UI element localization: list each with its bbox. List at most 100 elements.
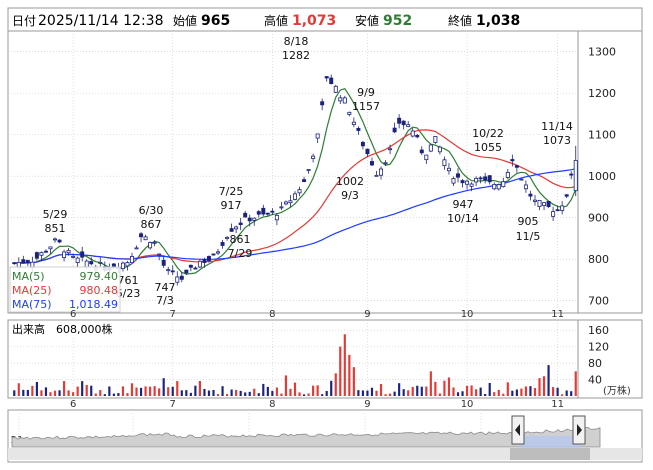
candle-body (437, 146, 442, 153)
candle-body (469, 183, 474, 187)
candle-body (66, 250, 71, 254)
candle-body (179, 275, 184, 280)
date-label: 日付 (12, 14, 36, 28)
legend-ma75-value: 1,018.49 (69, 298, 118, 311)
candle-body (256, 211, 261, 215)
volume-bar (49, 392, 52, 396)
volume-bar (416, 385, 419, 396)
volume-bar (117, 393, 120, 396)
candle-body (130, 255, 134, 264)
volume-bar (529, 386, 532, 396)
candle-body (483, 176, 488, 181)
volume-bar (162, 378, 165, 396)
volume-bar (244, 392, 247, 396)
volume-bar (438, 393, 441, 396)
volume-bar (533, 387, 537, 396)
volume-bar (67, 390, 70, 396)
candle-body (329, 77, 334, 85)
volume-label: 出来高 (12, 322, 45, 336)
volume-bar (53, 390, 57, 396)
candle-body (98, 261, 103, 264)
candle-body (342, 97, 347, 104)
volume-bar (58, 390, 61, 396)
candle-body (243, 212, 248, 218)
month-label: 10 (461, 399, 474, 410)
volume-bar (402, 389, 405, 396)
volume-bar (135, 387, 138, 396)
annotation-date: 6/30 (139, 204, 164, 217)
navigator-left-handle[interactable] (511, 415, 525, 445)
candle-body (274, 214, 279, 221)
candle-body (311, 155, 316, 159)
candle-body (315, 133, 320, 139)
navigator-scroll-thumb[interactable] (510, 448, 590, 460)
annotation-date: 11/14 (541, 120, 573, 133)
volume-bar (379, 384, 383, 396)
volume-bar (167, 387, 170, 396)
volume-bar (185, 390, 188, 396)
annotation-value: 761 (118, 274, 139, 287)
volume-bar (180, 390, 183, 396)
volume-bar (443, 380, 446, 396)
candle-body (501, 181, 506, 188)
volume-bar (552, 387, 555, 396)
volume-bar (13, 390, 16, 396)
volume-bar (171, 386, 174, 396)
volume-bar (561, 394, 564, 396)
candle-body (21, 259, 26, 264)
volume-bar (99, 390, 102, 396)
volume-bar (524, 386, 528, 396)
volume-bar (456, 392, 460, 396)
volume-bar (94, 393, 97, 396)
candle-body (197, 260, 202, 268)
candle-body (71, 255, 76, 258)
candle-body (505, 172, 510, 178)
volume-bar (302, 394, 306, 396)
volume-bar (497, 389, 500, 396)
month-label: 7 (170, 309, 176, 320)
candle-body (84, 260, 89, 268)
month-label: 9 (364, 399, 370, 410)
candle-body (360, 141, 365, 147)
volume-bar (216, 394, 220, 396)
volume-bar (257, 393, 260, 396)
candle-body (519, 178, 524, 181)
volume-bar (298, 392, 301, 396)
volume-bar (62, 381, 66, 396)
candle-body (369, 161, 374, 166)
annotation-value: 867 (141, 218, 162, 231)
candle-body (211, 253, 216, 256)
volume-bar (307, 393, 310, 396)
volume-bar (90, 385, 93, 396)
volume-bar (348, 354, 351, 396)
candle-body (247, 217, 252, 222)
volume-bar (239, 390, 242, 396)
volume-tick-label: 160 (588, 324, 609, 337)
navigator-selection[interactable] (519, 436, 581, 448)
volume-bar (253, 388, 256, 396)
volume-bar (325, 390, 328, 396)
volume-bar (420, 386, 423, 396)
month-label: 11 (551, 399, 564, 410)
volume-bar (230, 389, 233, 396)
volume-bar (574, 371, 577, 396)
annotation-date: 9/9 (357, 86, 375, 99)
candle-body (193, 267, 198, 270)
candle-body (120, 262, 125, 270)
navigator-right-handle[interactable] (572, 415, 586, 445)
candle-body (374, 174, 379, 177)
price-tick-label: 1300 (588, 46, 616, 59)
price-tick-label: 1000 (588, 170, 616, 183)
volume-bar (194, 385, 197, 396)
candle-body (338, 97, 343, 102)
candle-body (134, 247, 139, 250)
candle-body (560, 205, 565, 211)
volume-bar (429, 371, 432, 396)
volume-bar (262, 383, 265, 396)
volume-bar (112, 393, 115, 396)
volume-bar (407, 390, 410, 396)
candle-body (157, 253, 162, 256)
candle-body (551, 211, 556, 217)
annotation-value: 861 (230, 233, 251, 246)
candle-body (388, 148, 393, 151)
